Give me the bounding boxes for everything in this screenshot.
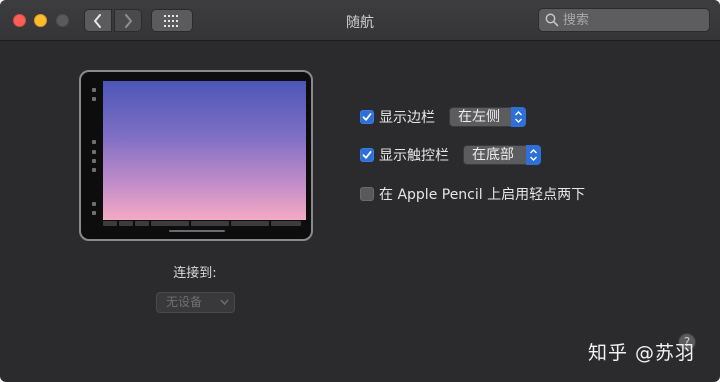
checkmark-icon [362,151,372,159]
search-icon [545,13,559,27]
show-touchbar-checkbox[interactable] [360,148,374,162]
updown-chevron-icon [526,145,541,165]
title-bar: 随航 [0,0,720,41]
watermark-text: 知乎 @苏羽 [588,342,696,364]
search-field[interactable] [538,8,710,32]
preview-screen [103,81,306,220]
preferences-window: 随航 搜索 连接到: 无设备 显示边栏 在左侧 显示触控栏 在底部 在 Appl… [0,0,720,382]
preview-touch-bar [103,221,306,227]
touchbar-position-value: 在底部 [472,147,514,163]
checkmark-icon [362,113,372,121]
device-popup-value: 无设备 [166,295,203,309]
show-all-button[interactable] [151,9,193,32]
sidebar-dot [92,159,96,163]
sidebar-dot [92,88,96,92]
show-sidebar-label: 显示边栏 [379,110,435,126]
sidebar-position-value: 在左侧 [458,109,500,125]
sidebar-dot [92,97,96,101]
close-button[interactable] [13,14,26,27]
sidebar-dot [92,168,96,172]
minimize-button[interactable] [34,14,47,27]
touch-bar-key [119,221,133,226]
touch-bar-key [231,221,269,226]
chevron-right-icon [125,13,132,28]
back-button[interactable] [84,9,112,32]
touch-bar-key [103,221,117,226]
pencil-double-tap-checkbox[interactable] [360,187,374,201]
show-touchbar-option[interactable]: 显示触控栏 [360,145,449,165]
touch-bar-key [191,221,229,226]
pencil-double-tap-option[interactable]: 在 Apple Pencil 上启用轻点两下 [360,184,585,204]
show-sidebar-checkbox[interactable] [360,110,374,124]
forward-button[interactable] [114,9,142,32]
zoom-button[interactable] [56,14,69,27]
sidebar-dot [92,140,96,144]
home-indicator [169,230,225,232]
sidebar-dot [92,202,96,206]
search-input[interactable] [563,9,703,31]
grid-icon [164,14,178,27]
touch-bar-key [151,221,189,226]
show-sidebar-option[interactable]: 显示边栏 [360,107,435,127]
sidebar-dot [92,150,96,154]
updown-chevron-icon [511,107,526,127]
show-touchbar-label: 显示触控栏 [379,148,449,164]
chevron-down-icon [220,299,229,306]
pencil-double-tap-label: 在 Apple Pencil 上启用轻点两下 [379,187,586,203]
sidebar-dot [92,211,96,215]
ipad-preview [79,70,313,241]
touch-bar-key [271,221,301,226]
touch-bar-key [135,221,149,226]
window-title: 随航 [346,15,374,31]
chevron-left-icon [94,13,101,28]
device-popup: 无设备 [156,292,235,313]
sidebar-position-popup[interactable]: 在左侧 [449,107,526,127]
connect-to-label: 连接到: [173,266,217,281]
touchbar-position-popup[interactable]: 在底部 [463,145,541,165]
